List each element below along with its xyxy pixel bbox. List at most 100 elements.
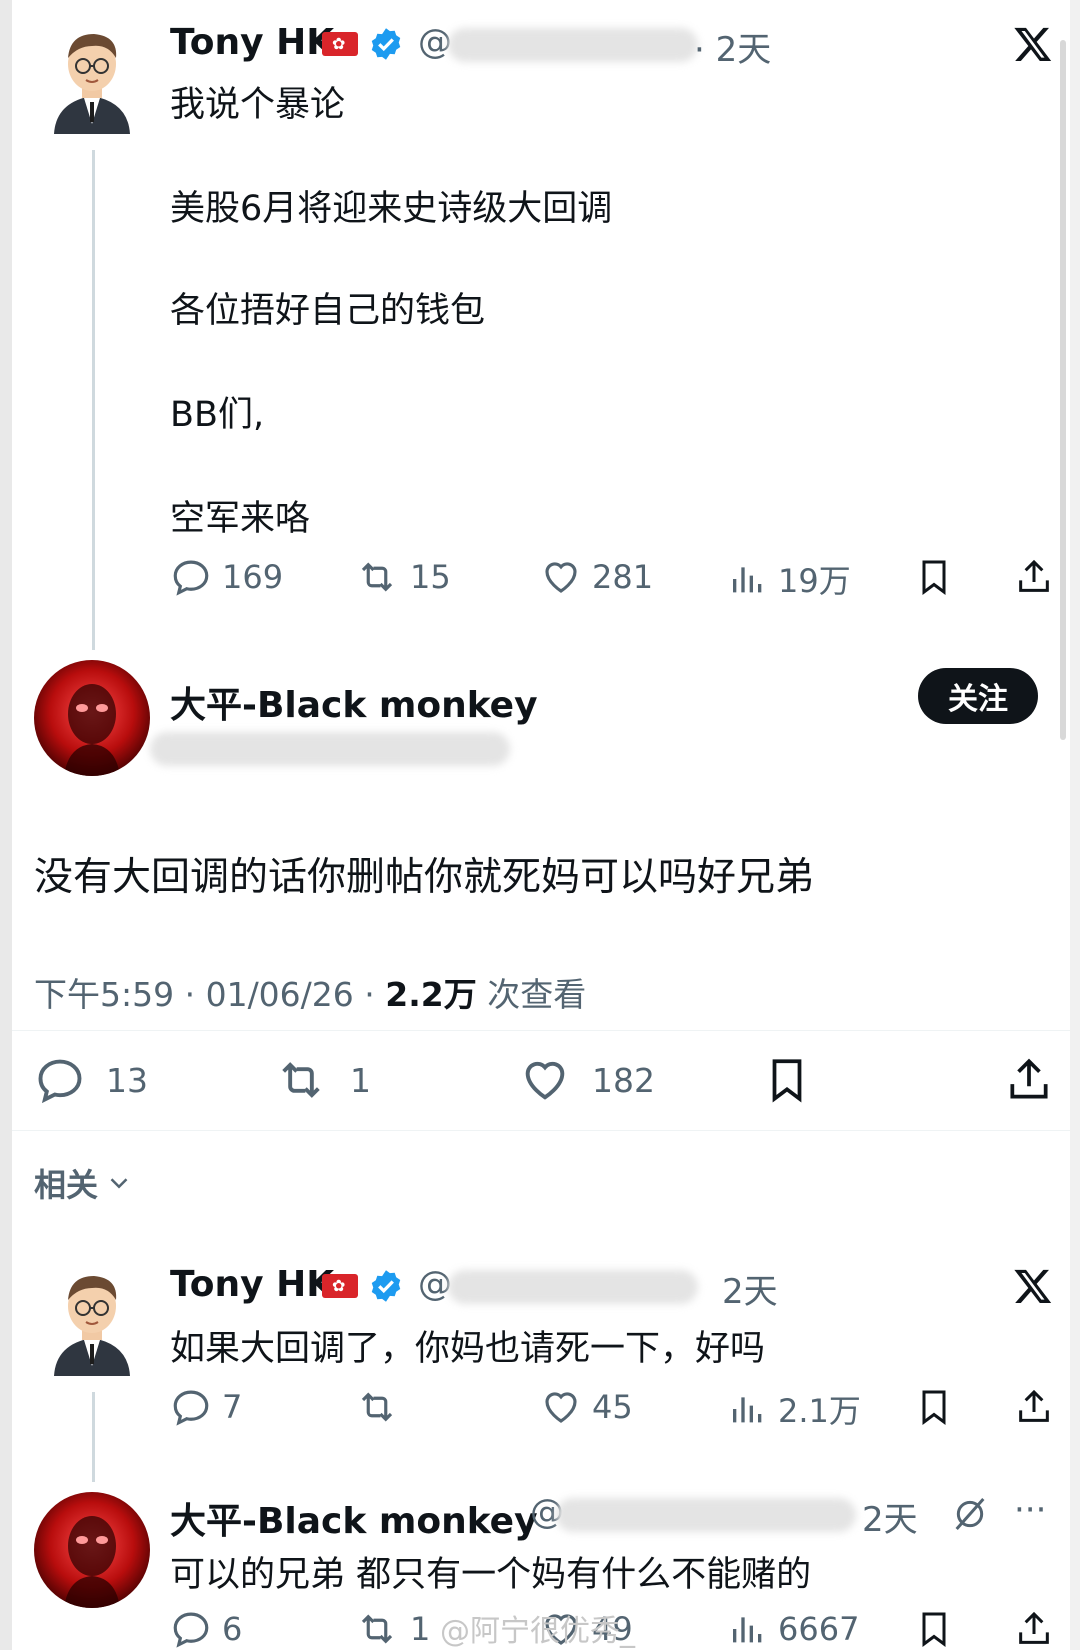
retweet-count: 1: [410, 1610, 431, 1648]
scrollbar[interactable]: [1060, 40, 1066, 740]
like-button[interactable]: 182: [518, 1054, 655, 1106]
avatar-black-monkey[interactable]: [34, 1492, 150, 1608]
bookmark-icon: [922, 1612, 946, 1647]
author-name[interactable]: Tony HK: [170, 22, 334, 63]
reply-count: 6: [222, 1610, 243, 1648]
tweet-text: 如果大回调了，你妈也请死一下，好吗: [170, 1329, 766, 1369]
reply-author-name[interactable]: 大平-Black monkey: [170, 676, 538, 728]
tweet-line: 美股6月将迎来史诗级大回调: [170, 189, 613, 229]
share-button[interactable]: [1014, 1386, 1064, 1428]
views-icon: [733, 1397, 762, 1423]
author-name[interactable]: Tony HK: [170, 1264, 334, 1305]
x-logo-icon: [1012, 1266, 1054, 1310]
author-handle[interactable]: @: [418, 1264, 452, 1304]
weibo-watermark: @阿宁很优秀_: [440, 1614, 635, 1649]
handle-redacted: [448, 1270, 698, 1304]
like-count: 182: [592, 1060, 655, 1100]
tweet-line: 各位捂好自己的钱包: [170, 291, 486, 331]
retweet-button[interactable]: 1: [272, 1054, 371, 1106]
verified-badge-icon: [368, 26, 404, 66]
author-name[interactable]: 大平-Black monkey: [170, 1492, 538, 1544]
like-count: 281: [592, 558, 654, 596]
reply-icon: [38, 1059, 82, 1104]
reply-count: 169: [222, 558, 284, 596]
right-edge: [1070, 0, 1080, 1650]
avatar-tony-hk[interactable]: [48, 1266, 136, 1376]
bookmark-icon: [922, 560, 946, 595]
author-handle[interactable]: @: [418, 22, 452, 62]
reply-button[interactable]: 7: [170, 1386, 242, 1428]
tweet-line: BB们,: [170, 395, 265, 435]
share-icon: [1019, 559, 1049, 592]
retweet-icon: [361, 1392, 393, 1422]
share-icon: [1010, 1058, 1048, 1099]
bookmark-button[interactable]: [914, 1608, 964, 1650]
views-button[interactable]: 2.1万: [728, 1386, 861, 1432]
hk-flag-icon: ✿: [322, 32, 358, 56]
share-icon: [1019, 1611, 1049, 1644]
grok-icon[interactable]: [950, 1494, 990, 1538]
tweet-line: 我说个暴论: [170, 85, 346, 125]
views-count: 6667: [778, 1610, 860, 1648]
left-edge: [0, 0, 12, 1650]
like-button[interactable]: 281: [540, 556, 653, 598]
tweet-timestamp: 下午5:59 · 01/06/26 · 2.2万 次查看: [34, 968, 586, 1016]
reply-icon: [173, 1612, 209, 1648]
related-label: 相关: [34, 1166, 99, 1204]
share-button[interactable]: [1014, 1608, 1064, 1650]
share-button[interactable]: [1014, 556, 1064, 598]
like-button[interactable]: 45: [540, 1386, 633, 1428]
bookmark-icon: [772, 1059, 802, 1103]
views-icon: [733, 567, 762, 593]
verified-badge-icon: [368, 1268, 404, 1308]
more-options-icon[interactable]: ···: [1014, 1490, 1046, 1530]
views-button[interactable]: 6667: [728, 1608, 859, 1650]
view-label: 次查看: [476, 975, 587, 1014]
tweet-time[interactable]: · 2天: [694, 22, 771, 71]
x-logo-icon: [1012, 24, 1054, 68]
divider: [12, 1130, 1070, 1131]
handle-redacted: [150, 732, 510, 766]
avatar-tony-hk[interactable]: [48, 24, 136, 134]
like-count: 45: [592, 1388, 633, 1426]
bookmark-button[interactable]: [914, 1386, 964, 1428]
views-button[interactable]: 19万: [728, 556, 851, 602]
handle-redacted: [448, 28, 698, 62]
reply-count: 13: [106, 1060, 148, 1100]
retweet-count: 15: [410, 558, 451, 596]
follow-button[interactable]: 关注: [918, 668, 1038, 724]
views-count: 2.1万: [778, 1392, 861, 1430]
reply-icon: [173, 560, 209, 596]
timestamp-text[interactable]: 下午5:59 · 01/06/26 ·: [34, 975, 385, 1014]
related-toggle[interactable]: 相关: [34, 1160, 134, 1206]
bookmark-button[interactable]: [762, 1054, 822, 1106]
reply-button[interactable]: 6: [170, 1608, 242, 1650]
reply-button[interactable]: 13: [34, 1054, 148, 1106]
retweet-icon: [361, 1614, 393, 1644]
share-button[interactable]: [1004, 1054, 1064, 1106]
bookmark-button[interactable]: [914, 556, 964, 598]
retweet-icon: [361, 562, 393, 592]
chevron-down-icon: [110, 1178, 128, 1189]
retweet-button[interactable]: [354, 1386, 410, 1428]
divider: [12, 1030, 1070, 1031]
retweet-button[interactable]: 15: [354, 556, 451, 598]
retweet-button[interactable]: 1: [354, 1608, 430, 1650]
views-count: 19万: [778, 562, 851, 600]
bookmark-icon: [922, 1390, 946, 1425]
reply-text: 没有大回调的话你删帖你就死妈可以吗好兄弟: [34, 855, 815, 900]
handle-redacted: [556, 1498, 856, 1532]
heart-icon: [525, 1061, 565, 1100]
reply-count: 7: [222, 1388, 243, 1426]
heart-icon: [545, 1392, 577, 1423]
avatar-black-monkey[interactable]: [34, 660, 150, 776]
reply-button[interactable]: 169: [170, 556, 283, 598]
tweet-line: 空军来咯: [170, 499, 311, 539]
retweet-count: 1: [350, 1060, 371, 1100]
retweet-icon: [282, 1062, 320, 1098]
tweet-time[interactable]: 2天: [722, 1264, 778, 1313]
tweet-time[interactable]: 2天: [862, 1492, 918, 1541]
views-icon: [733, 1617, 762, 1643]
reply-icon: [173, 1390, 209, 1426]
view-count: 2.2万: [385, 975, 477, 1014]
